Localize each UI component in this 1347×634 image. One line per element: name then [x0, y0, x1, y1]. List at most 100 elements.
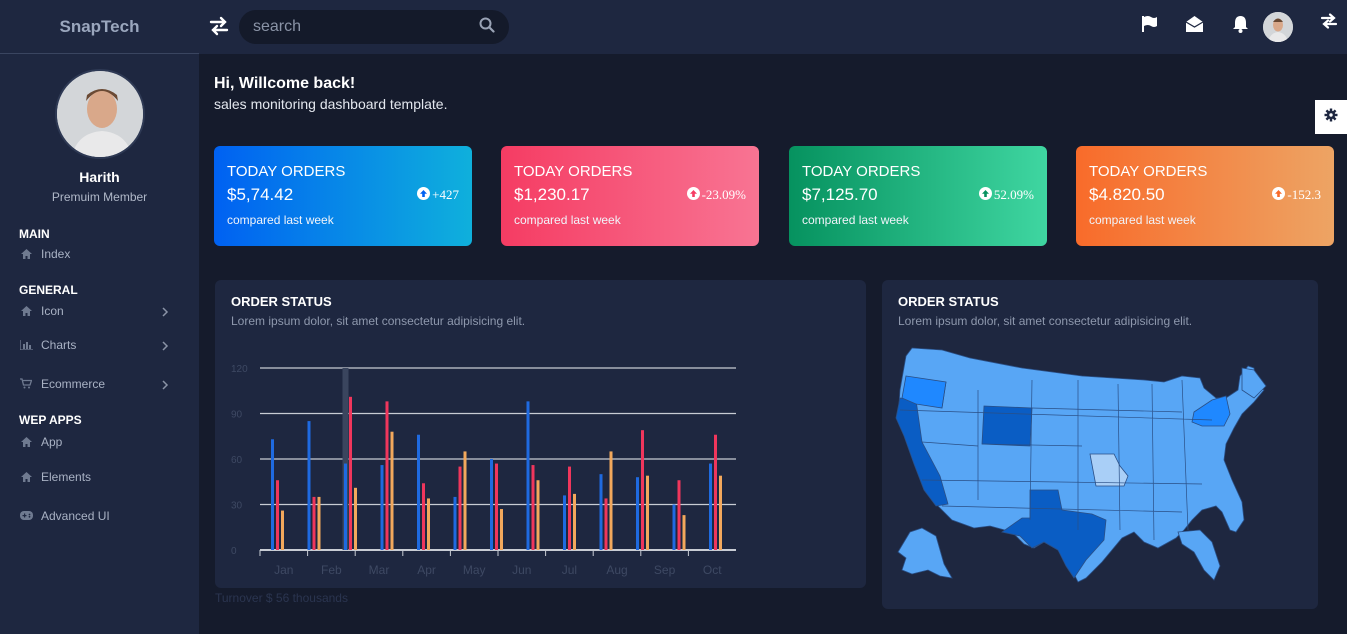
x-tick-label: Oct — [703, 563, 722, 577]
bar — [609, 451, 613, 550]
bar — [385, 401, 389, 550]
home-icon — [19, 247, 33, 261]
home-icon — [19, 470, 33, 484]
bar — [599, 474, 603, 550]
arrow-up-circle-icon — [417, 186, 431, 204]
flag-icon[interactable] — [1140, 15, 1158, 38]
x-tick-label: Jul — [562, 563, 577, 577]
brand-logo[interactable]: SnapTech — [0, 0, 199, 54]
bar — [344, 463, 347, 550]
x-tick-label: Jan — [274, 563, 293, 577]
x-tick-label: Apr — [417, 563, 436, 577]
swap-icon[interactable] — [1320, 12, 1338, 35]
x-tick-label: Aug — [606, 563, 627, 577]
toggle-sidebar-icon[interactable] — [208, 15, 230, 42]
chevron-right-icon — [161, 379, 169, 390]
page-subtitle: sales monitoring dashboard template. — [214, 96, 448, 112]
stat-card-title: TODAY ORDERS — [802, 163, 921, 180]
bar — [677, 480, 681, 550]
sidebar-item-icon[interactable]: Icon — [0, 297, 199, 325]
sidebar-item-label: Advanced UI — [41, 508, 110, 523]
bar — [271, 439, 274, 550]
order-status-bar-chart: 0 30 60 90 120 Jan Feb Mar Apr May Jun Jul Aug Sep Oct — [231, 364, 736, 577]
y-tick-label: 120 — [231, 364, 248, 375]
chart-footnote: Turnover $ 56 thousands — [215, 591, 348, 605]
section-title-main: MAIN — [19, 227, 50, 241]
bar — [417, 434, 420, 550]
gamepad-icon — [19, 509, 33, 523]
bar — [536, 480, 540, 550]
sidebar: SnapTech Harith Premuim Member MAIN Inde… — [0, 0, 199, 634]
stat-card[interactable]: TODAY ORDERS $1,230.17 -23.09% compared las… — [501, 146, 759, 246]
home-icon — [19, 304, 33, 318]
sidebar-item-charts[interactable]: Charts — [0, 325, 199, 364]
nav: MAIN Index GENERAL Icon Charts Ecommerce… — [0, 227, 199, 535]
stat-card-title: TODAY ORDERS — [1089, 163, 1208, 180]
bar — [281, 510, 284, 550]
bar — [427, 498, 430, 550]
profile-name: Harith — [79, 169, 120, 185]
x-tick-label: May — [463, 563, 486, 577]
arrow-up-circle-icon — [1272, 186, 1286, 204]
gear-icon — [1324, 108, 1338, 127]
sidebar-item-label: Elements — [41, 469, 92, 484]
bar — [463, 451, 467, 550]
bar — [719, 475, 722, 550]
stat-card-value: $4.820.50 — [1089, 185, 1165, 204]
home-icon — [19, 435, 33, 449]
avatar[interactable] — [54, 69, 145, 159]
bar — [276, 480, 279, 550]
bar — [646, 475, 649, 550]
stat-card-footer: compared last week — [227, 213, 334, 227]
settings-button[interactable] — [1315, 100, 1347, 134]
sidebar-item-label: App — [41, 435, 63, 449]
sidebar-item-elements[interactable]: Elements — [0, 457, 199, 496]
bell-icon[interactable] — [1232, 15, 1249, 38]
section-title-general: GENERAL — [19, 283, 78, 297]
stat-card[interactable]: TODAY ORDERS $7,125.70 52.09% compared last… — [789, 146, 1047, 246]
mail-open-icon[interactable] — [1185, 15, 1204, 38]
bar — [573, 493, 576, 550]
stat-card-value: $1,230.17 — [514, 185, 590, 204]
sidebar-item-label: Charts — [41, 337, 77, 352]
sidebar-item-index[interactable]: Index — [0, 241, 199, 267]
y-tick-label: 60 — [231, 455, 243, 466]
sidebar-item-ecommerce[interactable]: Ecommerce — [0, 364, 199, 403]
bar — [317, 496, 321, 550]
bar — [604, 498, 608, 550]
bar — [641, 430, 644, 550]
sidebar-item-label: Icon — [41, 304, 64, 318]
stat-card-title: TODAY ORDERS — [514, 163, 633, 180]
bar — [390, 431, 394, 550]
search-input[interactable] — [253, 18, 479, 36]
map-region-wyoming[interactable] — [981, 405, 1033, 447]
sidebar-item-app[interactable]: App — [0, 427, 199, 457]
map-region-alaska[interactable] — [897, 527, 953, 579]
y-tick-label: 90 — [231, 410, 243, 421]
profile: Harith Premuim Member — [0, 54, 199, 204]
stat-card[interactable]: TODAY ORDERS $4.820.50 -152.3 compared last… — [1076, 146, 1334, 246]
bar — [490, 459, 493, 550]
bar-chart-icon — [19, 338, 33, 352]
stat-card-change: -152.3 — [1272, 186, 1321, 204]
arrow-up-circle-icon — [686, 186, 700, 204]
stat-card[interactable]: TODAY ORDERS $5,74.42 +427 compared last we… — [214, 146, 472, 246]
arrow-up-circle-icon — [978, 186, 992, 204]
user-avatar[interactable] — [1263, 12, 1293, 42]
map-region-florida[interactable] — [1177, 529, 1221, 581]
search-icon[interactable] — [479, 17, 495, 38]
sidebar-item-advanced-ui[interactable]: Advanced UI — [0, 496, 199, 535]
y-tick-label: 0 — [231, 546, 237, 557]
order-status-chart-panel: ORDER STATUS Lorem ipsum dolor, sit amet… — [215, 280, 866, 588]
x-tick-label: Mar — [369, 563, 390, 577]
bar — [714, 434, 717, 550]
stat-card-value: $7,125.70 — [802, 185, 878, 204]
bar — [312, 496, 316, 550]
bar — [354, 487, 357, 550]
bar — [531, 465, 535, 550]
stat-card-change: 52.09% — [978, 186, 1034, 204]
bar — [709, 463, 712, 550]
bar — [636, 477, 639, 550]
search-bar — [239, 10, 509, 44]
bar — [563, 495, 566, 550]
